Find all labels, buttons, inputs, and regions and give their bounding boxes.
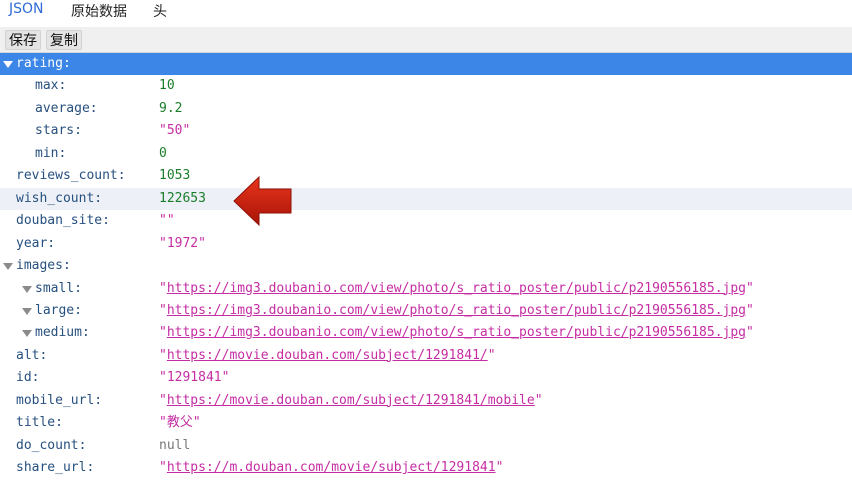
tree-key: stars: — [35, 123, 82, 139]
expand-triangle-icon[interactable] — [3, 61, 13, 68]
tree-value: 122653 — [159, 190, 206, 206]
tree-value-link: "https://img3.doubanio.com/view/photo/s_… — [159, 302, 754, 318]
tree-value-link: "https://img3.doubanio.com/view/photo/s_… — [159, 280, 754, 296]
tree-key: do_count: — [16, 437, 87, 453]
save-button[interactable]: 保存 — [5, 30, 41, 50]
tree-row[interactable]: share_url: "https://m.douban.com/movie/su… — [0, 457, 852, 479]
tree-value-link: "https://movie.douban.com/subject/129184… — [159, 392, 543, 408]
expand-triangle-icon[interactable] — [3, 263, 13, 271]
tree-key: images: — [16, 258, 71, 274]
expand-triangle-icon[interactable] — [22, 330, 32, 338]
tree-row[interactable]: stars: "50" — [0, 120, 852, 142]
tree-row[interactable]: reviews_count: 1053 — [0, 165, 852, 187]
tree-key: min: — [35, 145, 67, 161]
tree-row[interactable]: wish_count: 122653 — [0, 187, 852, 210]
tree-row[interactable]: max: 10 — [0, 75, 852, 97]
url-link[interactable]: https://m.douban.com/movie/subject/12918… — [167, 460, 496, 475]
tree-value: "1972" — [159, 235, 206, 251]
tree-row[interactable]: images: — [0, 255, 852, 277]
tree-key: average: — [35, 100, 98, 116]
tree-key: reviews_count: — [16, 168, 126, 184]
tree-key: small: — [35, 280, 82, 296]
tree-row[interactable]: id: "1291841" — [0, 367, 852, 389]
tree-value: "" — [159, 213, 175, 229]
tree-value-link: "https://img3.doubanio.com/view/photo/s_… — [159, 325, 754, 341]
tab-headers[interactable]: 头 — [153, 1, 167, 21]
url-link[interactable]: https://img3.doubanio.com/view/photo/s_r… — [167, 325, 746, 340]
tree-value: 10 — [159, 78, 175, 94]
tree-row[interactable]: large: "https://img3.doubanio.com/view/ph… — [0, 300, 852, 322]
url-link[interactable]: https://img3.doubanio.com/view/photo/s_r… — [167, 281, 746, 296]
tree-value: "教父" — [159, 415, 201, 431]
tree-row[interactable]: rating: — [0, 53, 852, 75]
copy-button[interactable]: 复制 — [46, 30, 82, 50]
tree-key: id: — [16, 370, 40, 386]
tab-json[interactable]: JSON — [9, 1, 44, 17]
tree-value-link: "https://movie.douban.com/subject/129184… — [159, 347, 496, 363]
tree-key: title: — [16, 415, 63, 431]
red-arrow-icon — [233, 175, 292, 227]
tree-value-link: "https://m.douban.com/movie/subject/1291… — [159, 460, 504, 476]
expand-triangle-icon[interactable] — [22, 307, 32, 315]
tree-key: wish_count: — [16, 190, 103, 206]
tree-key: medium: — [35, 325, 90, 341]
url-link[interactable]: https://img3.doubanio.com/view/photo/s_r… — [167, 303, 746, 318]
tree-value: null — [159, 437, 191, 453]
tree-value: "50" — [159, 123, 191, 139]
tree-key: large: — [35, 302, 82, 318]
tree-row[interactable]: min: 0 — [0, 143, 852, 165]
tree-row[interactable]: mobile_url: "https://movie.douban.com/sub… — [0, 390, 852, 412]
tree-row[interactable]: average: 9.2 — [0, 98, 852, 120]
tree-row[interactable]: small: "https://img3.doubanio.com/view/ph… — [0, 278, 852, 300]
tree-value: 1053 — [159, 168, 191, 184]
tree-row[interactable]: title: "教父" — [0, 412, 852, 434]
tree-row[interactable]: alt: "https://movie.douban.com/subject/12… — [0, 345, 852, 367]
tree-key: douban_site: — [16, 213, 110, 229]
tree-key: alt: — [16, 347, 48, 363]
json-toolbar: 保存 复制 — [0, 27, 852, 53]
tree-row[interactable]: do_count: null — [0, 435, 852, 457]
tree-key: max: — [35, 78, 67, 94]
tree-value: 9.2 — [159, 100, 183, 116]
tree-row[interactable]: medium: "https://img3.doubanio.com/view/p… — [0, 322, 852, 344]
tree-row[interactable]: year: "1972" — [0, 233, 852, 255]
url-link[interactable]: https://movie.douban.com/subject/1291841… — [167, 393, 535, 408]
tree-key: rating: — [16, 56, 71, 71]
tree-key: share_url: — [16, 460, 95, 476]
url-link[interactable]: https://movie.douban.com/subject/1291841… — [167, 348, 488, 363]
viewer-tabs: JSON 原始数据 头 — [0, 0, 852, 24]
tree-row[interactable]: douban_site: "" — [0, 210, 852, 232]
tree-key: year: — [16, 235, 56, 251]
tree-value: 0 — [159, 145, 167, 161]
tab-raw-data[interactable]: 原始数据 — [71, 1, 127, 21]
expand-triangle-icon[interactable] — [22, 285, 32, 293]
tree-key: mobile_url: — [16, 392, 103, 408]
tree-value: "1291841" — [159, 370, 230, 386]
